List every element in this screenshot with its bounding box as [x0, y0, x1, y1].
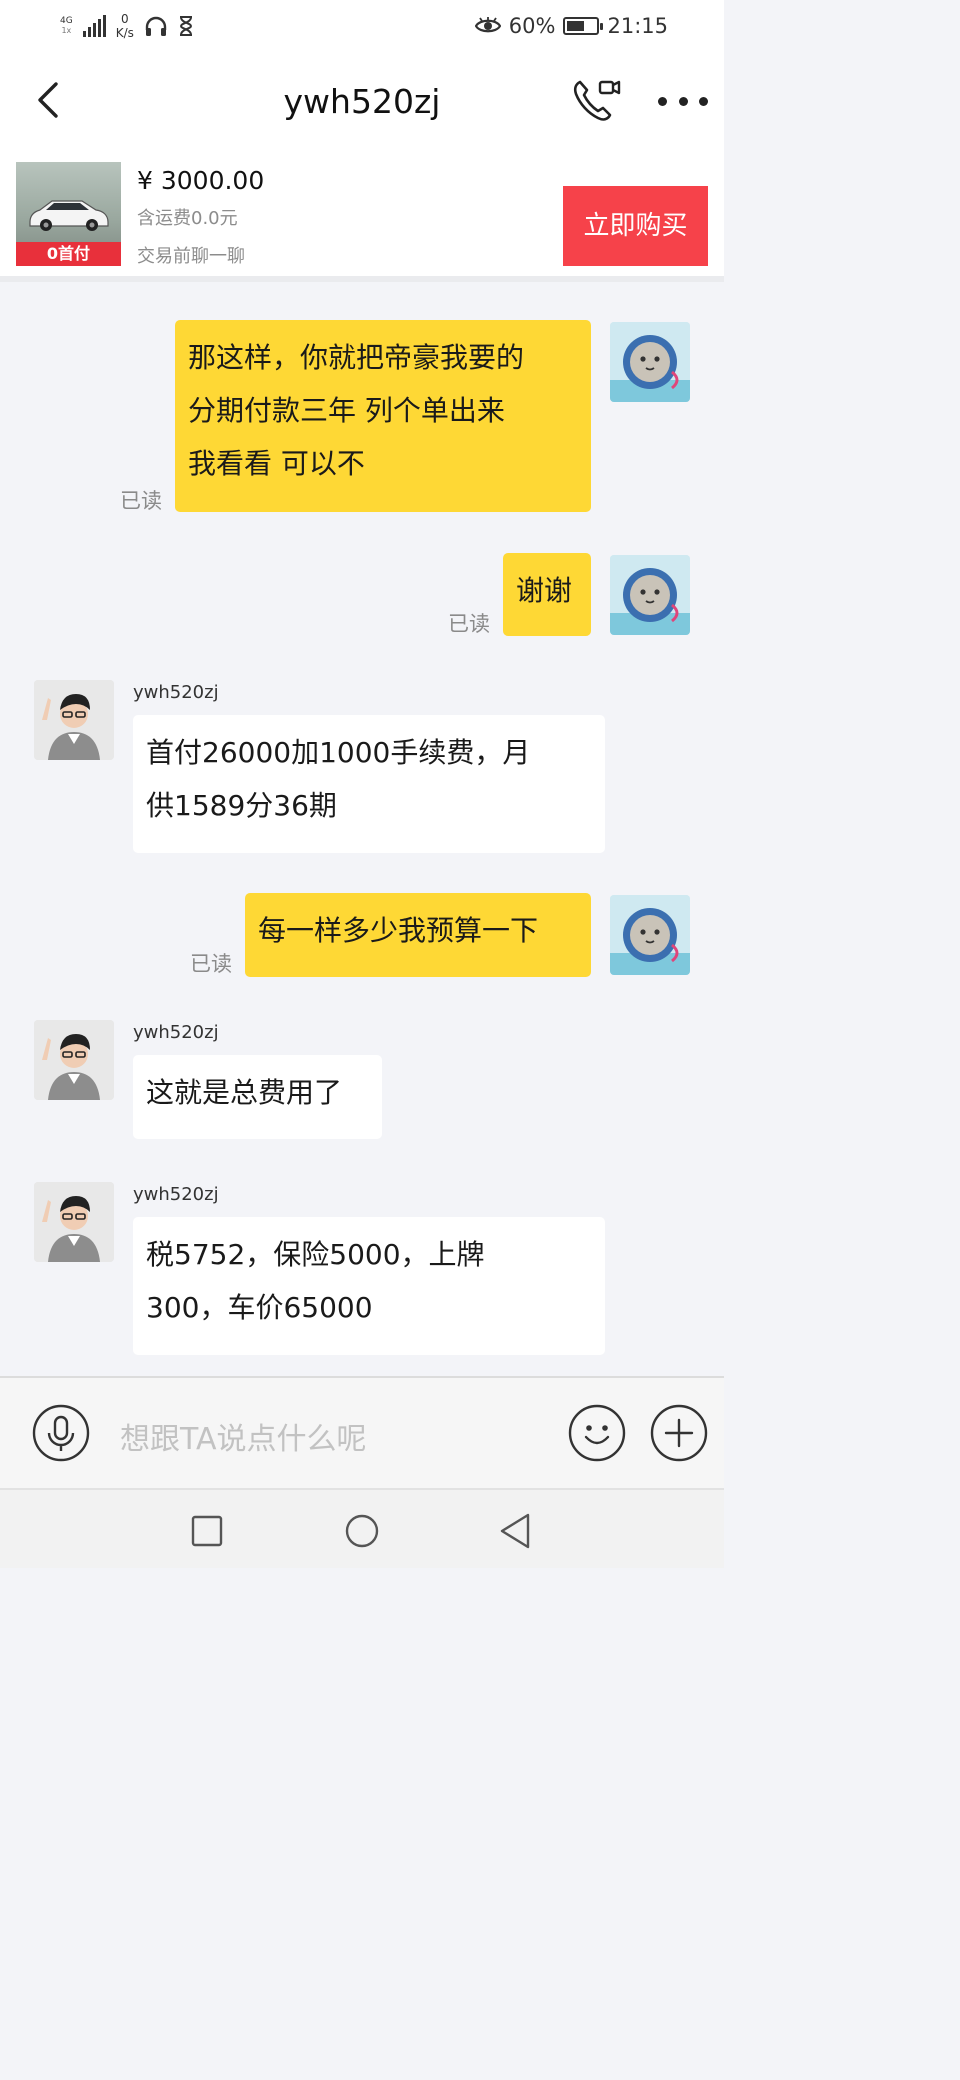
network-sub-label: 1x	[61, 26, 72, 35]
battery-icon	[563, 17, 604, 35]
cat-avatar-icon	[610, 895, 690, 975]
signal-icon	[82, 15, 106, 37]
zero-down-badge: 0首付	[16, 242, 121, 266]
speed-unit: K/s	[115, 26, 134, 40]
person-avatar-icon	[34, 680, 114, 760]
title-bar: ywh520zj	[0, 58, 724, 146]
message-list[interactable]: 那这样，你就把帝豪我要的 分期付款三年 列个单出来 我看看 可以不 已读 谢谢 …	[0, 282, 724, 1376]
message-bubble-mine[interactable]: 每一样多少我预算一下	[245, 893, 591, 977]
message-input[interactable]: 想跟TA说点什么呢	[120, 1414, 367, 1458]
sender-name: ywh520zj	[133, 682, 219, 703]
network-speed: 0 K/s	[116, 12, 134, 40]
contact-avatar[interactable]	[34, 680, 114, 760]
person-avatar-icon	[34, 1020, 114, 1100]
cat-avatar-icon	[610, 555, 690, 635]
status-bar: 4G 1x 0 K/s 60% 21:15	[0, 0, 724, 58]
product-card[interactable]: 0首付 ¥ 3000.00 含运费0.0元 交易前聊一聊 立即购买	[0, 146, 724, 282]
speed-value: 0	[120, 12, 129, 26]
read-receipt: 已读	[190, 952, 232, 976]
sender-name: ywh520zj	[133, 1022, 219, 1043]
recent-apps-button[interactable]	[190, 1514, 224, 1548]
shipping-fee: 含运费0.0元	[137, 208, 238, 229]
car-image	[29, 200, 109, 231]
contact-avatar[interactable]	[34, 1020, 114, 1100]
message-bubble-mine[interactable]: 那这样，你就把帝豪我要的 分期付款三年 列个单出来 我看看 可以不	[175, 320, 591, 512]
triangle-back-icon	[500, 1513, 530, 1549]
circle-home-icon	[345, 1514, 379, 1548]
battery-percent: 60%	[508, 14, 556, 38]
phone-video-icon	[573, 80, 621, 121]
smiley-icon	[568, 1404, 626, 1462]
read-receipt: 已读	[448, 612, 490, 636]
call-button[interactable]	[570, 76, 626, 126]
emoji-button[interactable]	[568, 1404, 626, 1462]
voice-button[interactable]	[32, 1404, 90, 1462]
my-avatar[interactable]	[610, 895, 690, 975]
system-nav-bar	[0, 1488, 724, 1568]
product-thumbnail[interactable]: 0首付	[16, 162, 121, 266]
eye-icon	[474, 17, 501, 33]
product-price: ¥ 3000.00	[137, 166, 265, 195]
network-type-icon: 4G 1x	[60, 16, 73, 36]
composer-bar: 想跟TA说点什么呢	[0, 1376, 724, 1488]
network-type-label: 4G	[60, 16, 73, 26]
person-avatar-icon	[34, 1182, 114, 1262]
microphone-icon	[32, 1404, 90, 1462]
clock: 21:15	[607, 14, 668, 38]
cat-avatar-icon	[610, 322, 690, 402]
plus-icon	[650, 1404, 708, 1462]
sender-name: ywh520zj	[133, 1184, 219, 1205]
my-avatar[interactable]	[610, 555, 690, 635]
status-left: 4G 1x 0 K/s	[60, 12, 194, 40]
home-button[interactable]	[344, 1513, 380, 1549]
message-bubble-contact[interactable]: 税5752，保险5000，上牌 300，车价65000	[133, 1217, 605, 1355]
message-bubble-contact[interactable]: 这就是总费用了	[133, 1055, 382, 1139]
status-right: 60% 21:15	[474, 14, 668, 38]
message-bubble-mine[interactable]: 谢谢	[503, 553, 591, 636]
hourglass-icon	[179, 16, 192, 36]
chat-hint: 交易前聊一聊	[137, 246, 245, 267]
more-button[interactable]	[658, 86, 708, 116]
battery-fill	[567, 21, 585, 31]
buy-now-button[interactable]: 立即购买	[563, 186, 708, 266]
read-receipt: 已读	[120, 489, 162, 513]
contact-avatar[interactable]	[34, 1182, 114, 1262]
square-recent-icon	[191, 1515, 223, 1547]
my-avatar[interactable]	[610, 322, 690, 402]
message-bubble-contact[interactable]: 首付26000加1000手续费，月 供1589分36期	[133, 715, 605, 853]
more-actions-button[interactable]	[650, 1404, 708, 1462]
system-back-button[interactable]	[498, 1512, 532, 1550]
more-dots-icon	[658, 96, 667, 106]
headphones-icon	[145, 16, 167, 36]
